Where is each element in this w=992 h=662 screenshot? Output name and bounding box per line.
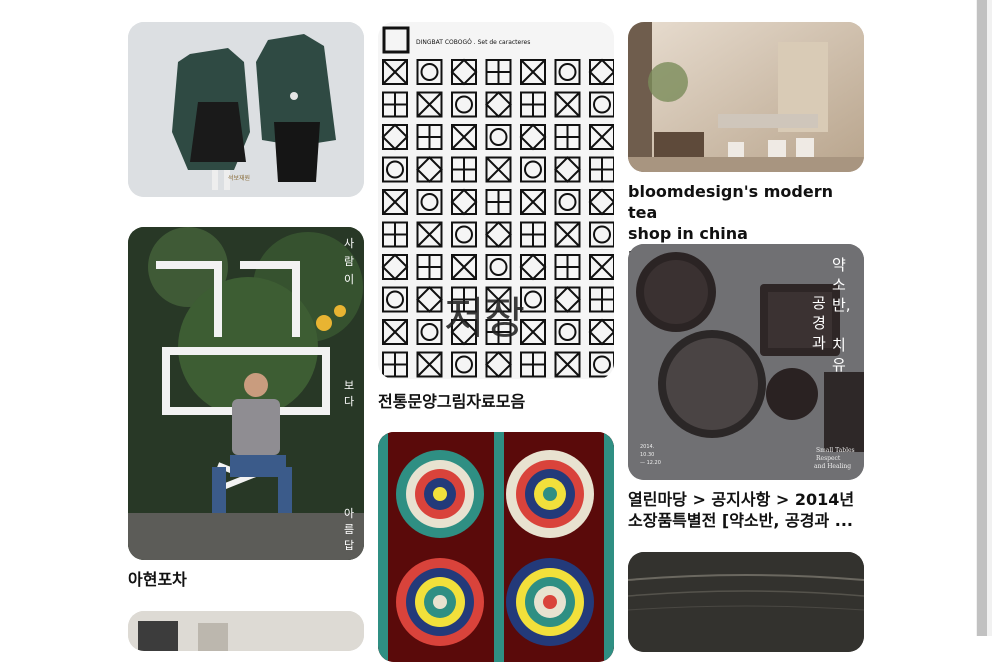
svg-text:아: 아: [344, 507, 354, 520]
dancheong-pattern: [378, 432, 614, 662]
pin-title: 열린마당 > 공지사항 > 2014년 소장품특별전 [약소반, 공경과 ...: [628, 490, 855, 530]
svg-text:답: 답: [344, 539, 354, 552]
pin-image[interactable]: 사람이 보다 아름답: [128, 227, 364, 560]
dancheong-rosette: [506, 558, 594, 646]
svg-text:약: 약: [832, 256, 846, 274]
pin-hanbok[interactable]: 석보재원: [128, 22, 364, 197]
svg-text:경: 경: [812, 314, 826, 332]
svg-text:유: 유: [832, 356, 846, 374]
dancheong-rosette: [396, 558, 484, 646]
svg-text:and Healing: and Healing: [814, 463, 851, 470]
pin-image[interactable]: 약 소반, 공경과 치유 Small Tables Respect and Hea…: [628, 244, 864, 480]
pin-image[interactable]: [128, 611, 364, 651]
svg-text:이: 이: [344, 273, 354, 286]
svg-text:람: 람: [344, 255, 354, 268]
pin-dark-partial[interactable]: [628, 552, 864, 652]
svg-text:10.30: 10.30: [640, 452, 654, 458]
dancheong-rosette: [506, 450, 594, 538]
pin-pattern[interactable]: DINGBAT COBOGÓ . Set de caracteres 저장 전통…: [378, 22, 614, 417]
dancheong-band: [604, 432, 614, 662]
pattern-header: DINGBAT COBOGÓ . Set de caracteres: [416, 39, 530, 46]
scrollbar-thumb[interactable]: [977, 0, 987, 636]
pin-image[interactable]: DINGBAT COBOGÓ . Set de caracteres 저장: [378, 22, 614, 379]
pin-image[interactable]: [628, 22, 864, 172]
svg-text:— 12.20: — 12.20: [640, 460, 661, 466]
pin-dancheong[interactable]: [378, 432, 614, 662]
pin-image[interactable]: [628, 552, 864, 652]
scrollbar[interactable]: [976, 0, 992, 636]
svg-text:Respect: Respect: [816, 455, 841, 462]
svg-text:반,: 반,: [832, 296, 851, 314]
svg-text:과: 과: [812, 334, 826, 352]
dancheong-band: [378, 432, 388, 662]
svg-text:공: 공: [812, 294, 826, 312]
svg-text:보: 보: [344, 379, 354, 392]
hanbok-illustration: 석보재원: [128, 22, 364, 197]
svg-text:치: 치: [832, 336, 846, 354]
poster-illustration: 사람이 보다 아름답: [128, 227, 364, 560]
save-overlay[interactable]: 저장: [444, 282, 525, 346]
svg-text:사: 사: [344, 237, 354, 250]
pin-partial-bottom[interactable]: [128, 611, 364, 651]
svg-text:2014.: 2014.: [640, 444, 655, 450]
svg-text:다: 다: [344, 395, 354, 408]
svg-text:Small Tables: Small Tables: [816, 447, 855, 454]
pin-title: 아현포차: [128, 570, 187, 589]
pin-title: 전통문양그림자료모음: [378, 392, 526, 411]
svg-text:소: 소: [832, 276, 846, 294]
pin-image[interactable]: [378, 432, 614, 662]
pin-teashop[interactable]: bloomdesign's modern tea shop in china r…: [628, 22, 864, 264]
soban-illustration: 약소반, 공경과 치유 Small Tables Respect and Hea…: [628, 244, 864, 480]
dancheong-rosette: [396, 450, 484, 538]
dancheong-band: [494, 432, 504, 662]
svg-text:름: 름: [344, 523, 354, 536]
pin-soban[interactable]: 약 소반, 공경과 치유 Small Tables Respect and Hea…: [628, 244, 864, 534]
teashop-illustration: [628, 22, 864, 172]
pin-image[interactable]: 석보재원: [128, 22, 364, 197]
svg-text:석보재원: 석보재원: [228, 174, 250, 182]
pin-poster[interactable]: 사람이 보다 아름답 아현포차: [128, 227, 364, 597]
